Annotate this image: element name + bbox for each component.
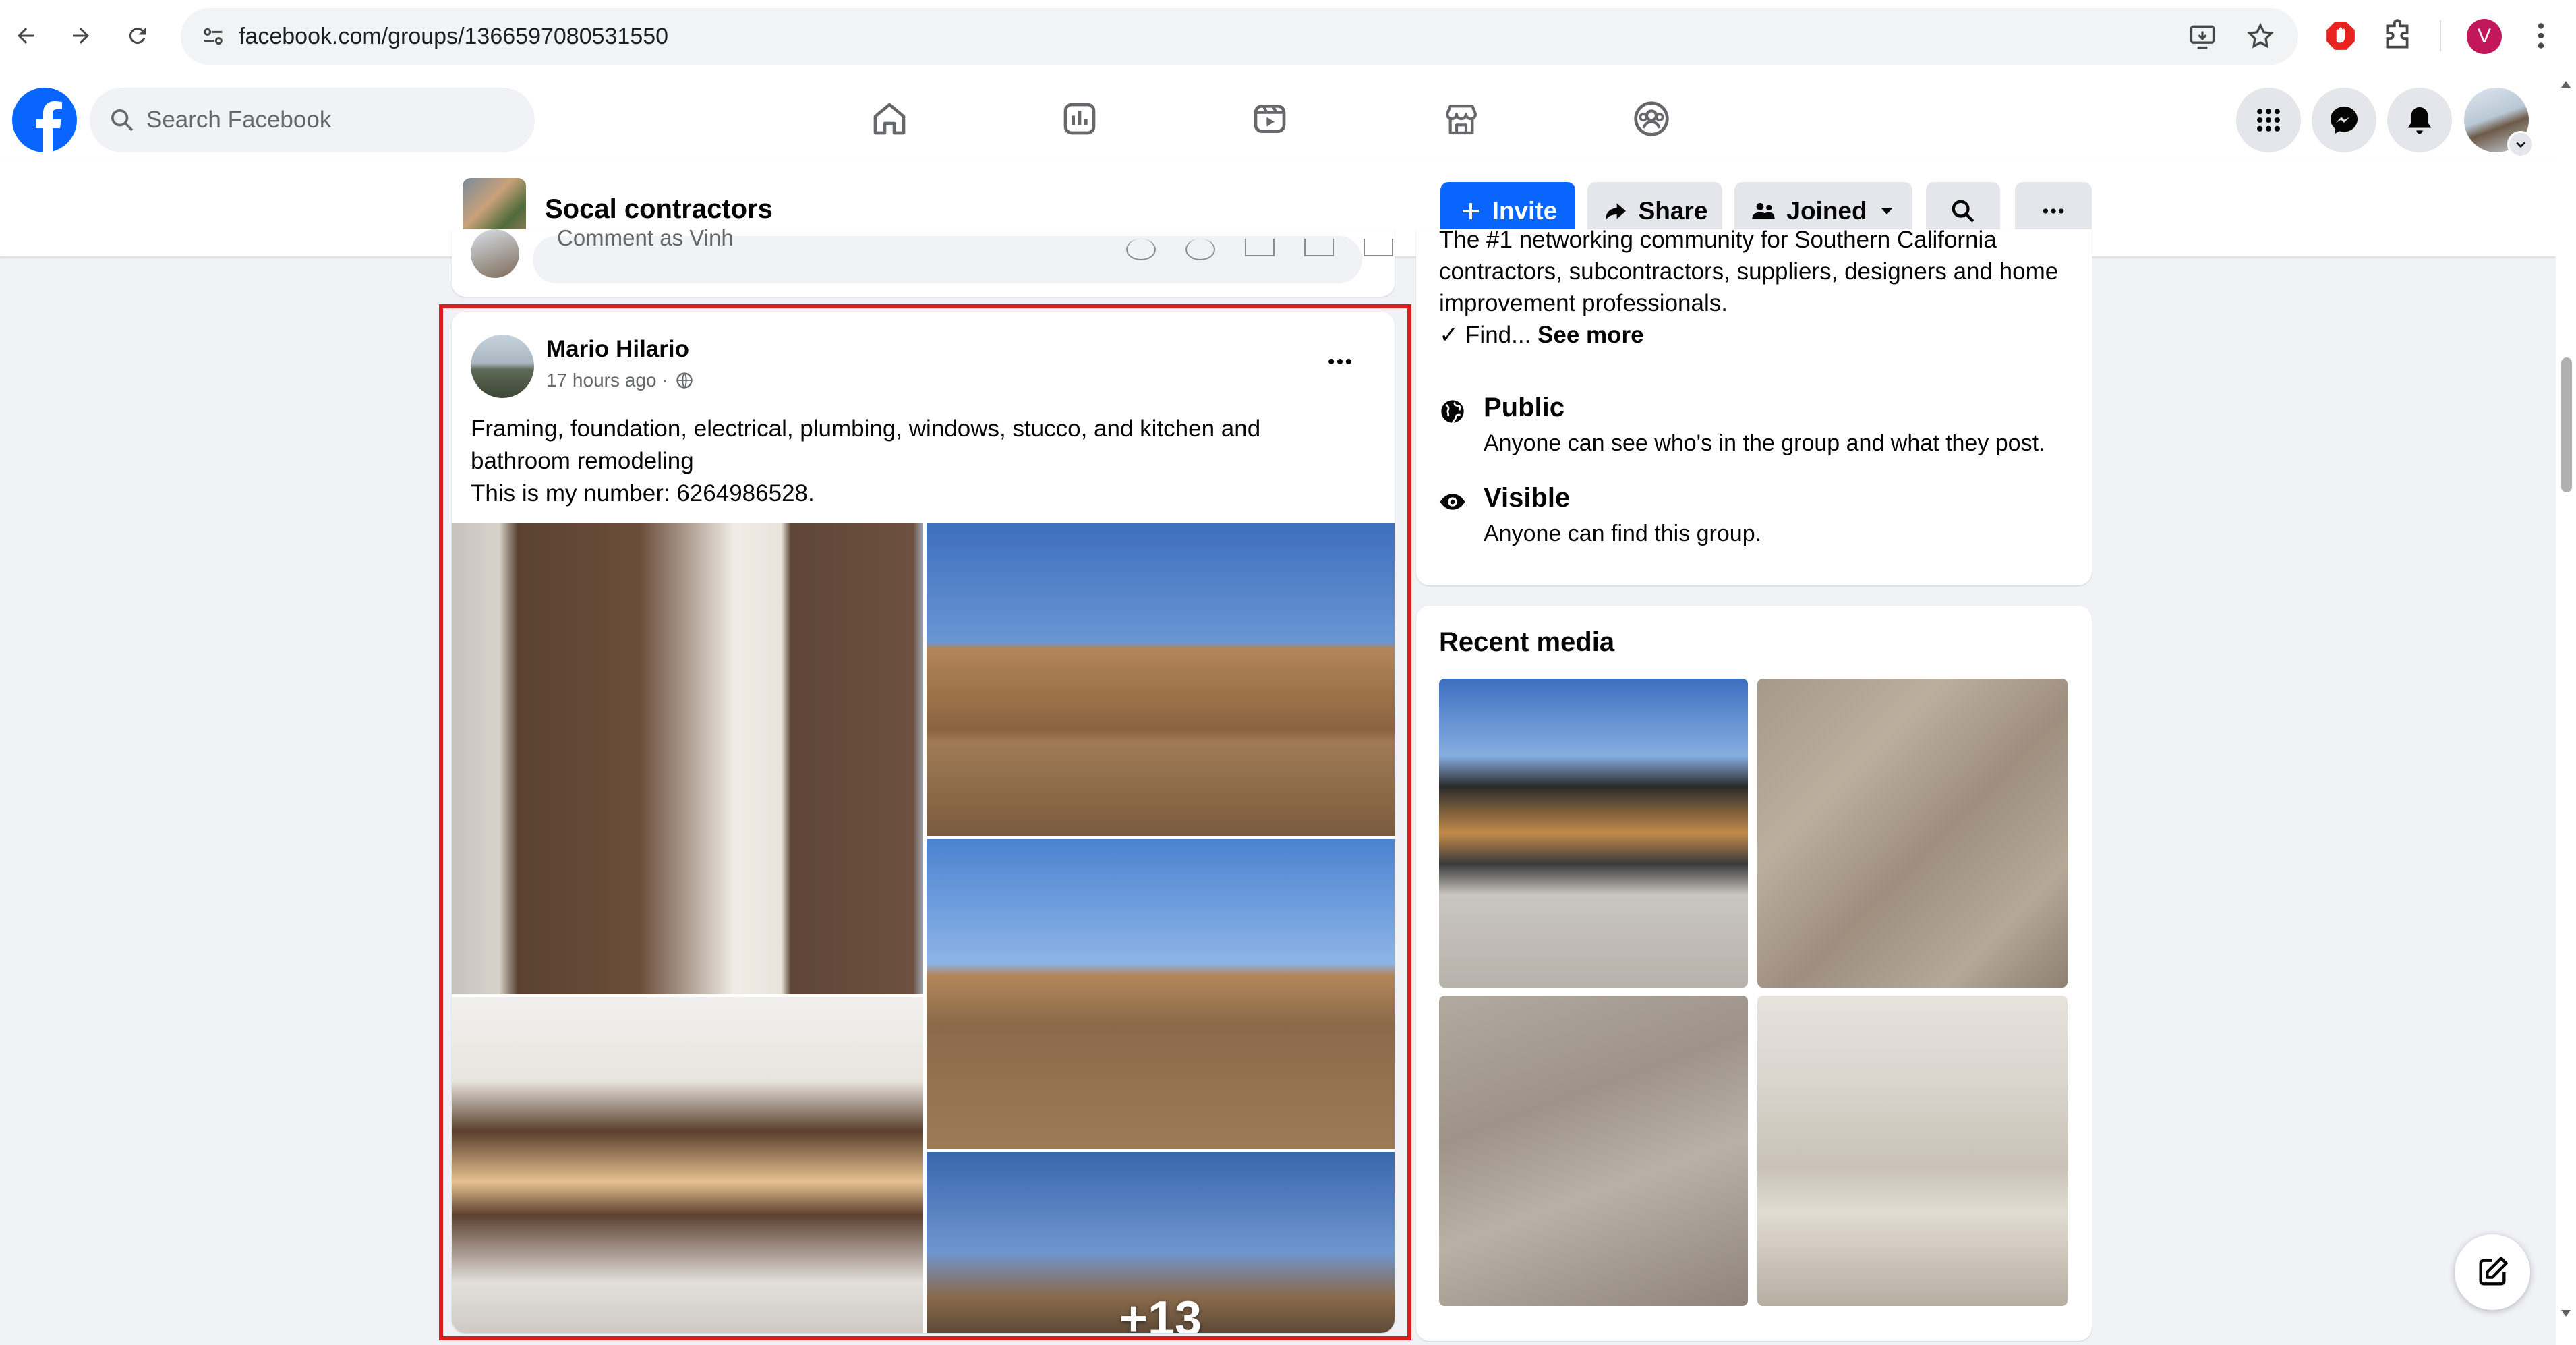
install-app-icon[interactable] [2188, 22, 2217, 51]
recent-media-house[interactable] [1439, 679, 1748, 988]
browser-menu-icon[interactable] [2529, 19, 2553, 53]
notifications-button[interactable] [2387, 88, 2452, 152]
joined-label: Joined [1786, 197, 1867, 225]
recent-media-title: Recent media [1439, 627, 1615, 657]
invite-label: Invite [1492, 197, 1558, 225]
eye-icon [1440, 494, 1465, 510]
camera-icon[interactable] [1245, 239, 1275, 256]
scroll-up-arrow-icon[interactable] [2560, 80, 2572, 89]
recent-media-card: Recent media [1416, 606, 2092, 1341]
members-icon [1752, 203, 1776, 219]
visible-title: Visible [1484, 483, 1571, 513]
nav-home[interactable] [839, 78, 940, 159]
visible-description: Anyone can find this group. [1484, 521, 1762, 546]
privacy-public: Public Anyone can see who's in the group… [1439, 393, 2073, 467]
plus-icon [1462, 203, 1479, 219]
forward-arrow-icon [73, 28, 89, 44]
nav-groups[interactable] [1601, 78, 1702, 159]
public-description: Anyone can see who's in the group and wh… [1484, 430, 2045, 456]
about-card: The #1 networking community for Southern… [1416, 227, 2092, 585]
back-button[interactable] [1, 11, 50, 60]
scroll-down-arrow-icon[interactable] [2560, 1309, 2572, 1318]
nav-marketplace[interactable] [1411, 78, 1512, 159]
reload-button[interactable] [113, 11, 162, 60]
scrollbar-thumb[interactable] [2561, 357, 2572, 492]
emoji-icon[interactable] [1185, 239, 1215, 260]
marketplace-icon [1445, 105, 1477, 135]
avatar-sticker-icon[interactable] [1126, 239, 1156, 260]
gif-icon[interactable] [1304, 239, 1334, 256]
menu-grid-icon [2257, 109, 2280, 132]
search-box[interactable]: Search Facebook [90, 88, 535, 152]
groups-icon [1634, 101, 1669, 136]
group-description: The #1 networking community for Southern… [1439, 227, 2073, 351]
privacy-visible: Visible Anyone can find this group. [1439, 483, 2073, 557]
notifications-icon [2407, 107, 2432, 134]
messenger-button[interactable] [2312, 88, 2376, 152]
description-find: ✓ Find... [1439, 322, 1531, 348]
recent-media-flooring-boxes[interactable] [1757, 996, 2068, 1306]
more-dots-icon [2043, 208, 2064, 214]
site-info-icon[interactable] [200, 23, 227, 50]
search-icon [109, 107, 136, 134]
recent-media-floor-1[interactable] [1757, 679, 2068, 988]
previous-post-comment-bar: Comment as Vinh [452, 229, 1395, 297]
share-label: Share [1638, 197, 1708, 225]
sticker-icon[interactable] [1364, 239, 1393, 256]
feeds-icon [1063, 103, 1096, 135]
url-text[interactable]: facebook.com/groups/1366597080531550 [239, 8, 668, 65]
extensions-puzzle-icon[interactable] [2380, 19, 2414, 53]
facebook-top-bar: Search Facebook [0, 74, 2556, 163]
back-arrow-icon [18, 28, 34, 44]
account-avatar[interactable] [2464, 88, 2534, 158]
page-scrollbar[interactable] [2556, 74, 2576, 1345]
home-icon [873, 103, 906, 135]
commenter-avatar [471, 229, 519, 278]
globe-icon [1441, 400, 1464, 424]
post-highlight-box [439, 304, 1411, 1340]
description-line: contractors, subcontractors, suppliers, … [1439, 258, 2059, 285]
recent-media-floor-2[interactable] [1439, 996, 1748, 1306]
toolbar-divider [2440, 20, 2441, 51]
bookmark-star-icon[interactable] [2246, 22, 2275, 51]
forward-button[interactable] [57, 11, 105, 60]
account-chevron-icon[interactable] [2507, 131, 2534, 158]
search-input[interactable]: Search Facebook [146, 88, 331, 152]
description-line: ✓ Find... See more [1439, 319, 2073, 351]
menu-button[interactable] [2236, 88, 2301, 152]
address-bar[interactable]: facebook.com/groups/1366597080531550 [181, 8, 2298, 65]
see-more-link[interactable]: See more [1538, 322, 1644, 348]
compose-icon [2479, 1257, 2508, 1286]
public-title: Public [1484, 393, 1565, 422]
nav-video[interactable] [1219, 78, 1320, 159]
facebook-logo[interactable] [12, 88, 77, 152]
comment-placeholder: Comment as Vinh [557, 229, 734, 250]
browser-toolbar: facebook.com/groups/1366597080531550 V [0, 0, 2576, 74]
comment-input[interactable]: Comment as Vinh [533, 229, 1393, 283]
video-icon [1254, 105, 1286, 133]
comment-tools [1126, 239, 1393, 260]
adblock-extension-icon[interactable] [2324, 19, 2358, 53]
chevron-down-icon [1880, 208, 1893, 214]
reload-icon [129, 28, 146, 45]
description-line: The #1 networking community for Southern… [1439, 227, 1997, 253]
profile-button[interactable]: V [2467, 19, 2502, 54]
search-icon [1952, 200, 1974, 223]
description-line: improvement professionals. [1439, 290, 1728, 316]
share-arrow-icon [1605, 203, 1626, 221]
messenger-icon [2331, 107, 2358, 134]
new-message-button[interactable] [2455, 1234, 2530, 1310]
nav-feeds[interactable] [1029, 78, 1130, 159]
